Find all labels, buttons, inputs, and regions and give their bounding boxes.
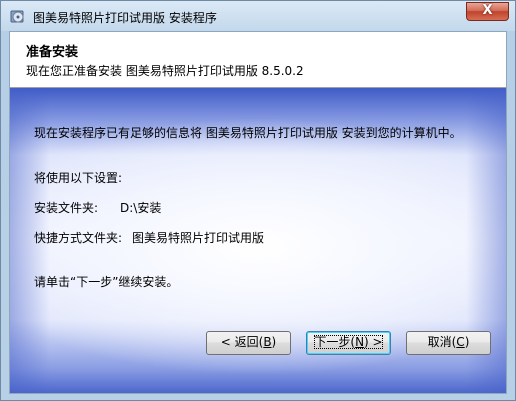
- window-title: 图美易特照片打印试用版 安装程序: [33, 11, 217, 25]
- close-button[interactable]: X: [466, 2, 509, 21]
- install-folder-value: D:\安装: [120, 201, 162, 215]
- settings-label: 将使用以下设置:: [34, 171, 123, 185]
- wizard-client-area: 准备安装 现在您正准备安装 图美易特照片打印试用版 8.5.0.2 现在安装程序…: [9, 31, 507, 394]
- shortcut-folder-row: 快捷方式文件夹: 图美易特照片打印试用版: [34, 229, 334, 245]
- cancel-button[interactable]: 取消(C): [406, 331, 491, 355]
- installer-window: 图美易特照片打印试用版 安装程序 X 准备安装 现在您正准备安装 图美易特照片打…: [0, 0, 516, 401]
- install-folder-row: 安装文件夹: D:\安装: [34, 199, 334, 215]
- wizard-header: 准备安装 现在您正准备安装 图美易特照片打印试用版 8.5.0.2: [10, 32, 506, 88]
- close-icon: X: [482, 3, 493, 18]
- next-button[interactable]: 下一步(N) >: [306, 331, 391, 355]
- page-title: 准备安装: [26, 45, 79, 60]
- install-folder-label: 安装文件夹:: [34, 201, 99, 215]
- shortcut-folder-value: 图美易特照片打印试用版: [132, 231, 265, 245]
- page-subtitle: 现在您正准备安装 图美易特照片打印试用版 8.5.0.2: [26, 64, 304, 78]
- back-button[interactable]: < 返回(B): [206, 331, 291, 355]
- continue-hint-text: 请单击“下一步”继续安装。: [34, 275, 179, 289]
- ready-intro-text: 现在安装程序已有足够的信息将 图美易特照片打印试用版 安装到您的计算机中。: [34, 126, 462, 140]
- title-bar[interactable]: 图美易特照片打印试用版 安装程序 X: [1, 1, 515, 31]
- installer-cd-icon: [10, 10, 24, 23]
- shortcut-folder-label: 快捷方式文件夹:: [34, 231, 123, 245]
